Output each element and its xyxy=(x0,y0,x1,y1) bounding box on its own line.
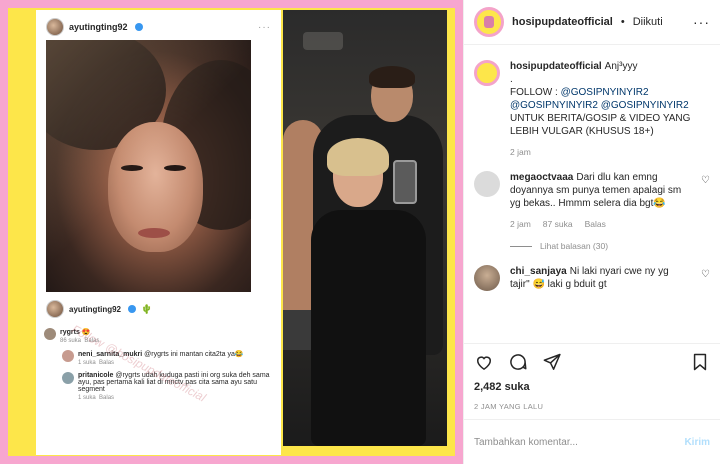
comment-likes: 1 suka xyxy=(78,395,96,401)
header-separator: • xyxy=(620,16,625,28)
embedded-screenshot: ayutingting92 ··· ayutingting92 🌵 rygrts… xyxy=(36,10,281,455)
comment-text: @rygrts ini mantan cita2ta ya😂 xyxy=(144,351,244,358)
embedded-avatar xyxy=(46,18,64,36)
post-side-panel: hosipupdateofficial • Diikuti ··· hosipu… xyxy=(463,0,720,464)
mention-link[interactable]: @GOSIPNYINYIR2 xyxy=(561,87,649,98)
caption-text: hosipupdateofficial Anj³yyy . FOLLOW : @G… xyxy=(510,60,710,159)
comment-likes: 86 suka xyxy=(60,338,82,344)
comment: megaoctvaaa Dari dlu kan emng doyannya sm… xyxy=(474,171,710,231)
selfie-photo xyxy=(46,40,251,292)
embedded-comments: rygrts 😍 86 suka Balas neni_sarnita_mukr… xyxy=(44,328,273,407)
mention-link[interactable]: @GOSIPNYINYIR2 xyxy=(601,100,689,111)
comment-likes[interactable]: 87 suka xyxy=(543,218,573,231)
action-bar xyxy=(464,343,720,379)
more-options-icon: ··· xyxy=(258,21,271,33)
view-replies-button[interactable]: Lihat balasan (30) xyxy=(510,241,710,251)
verified-icon xyxy=(128,305,137,313)
reply-button[interactable]: Balas xyxy=(585,218,606,231)
comment-meta: 1 suka Balas xyxy=(78,395,273,401)
caption-time: 2 jam xyxy=(510,147,531,157)
instagram-post: ayutingting92 ··· ayutingting92 🌵 rygrts… xyxy=(0,0,720,464)
comment-user: pritanicole xyxy=(78,372,114,379)
woman-hair xyxy=(327,138,389,176)
avatar xyxy=(44,328,56,340)
gym-mirror-photo xyxy=(283,10,447,446)
avatar xyxy=(62,372,74,384)
avatar[interactable] xyxy=(474,171,500,197)
avatar[interactable] xyxy=(474,60,500,86)
follow-status-button[interactable]: Diikuti xyxy=(633,16,663,28)
comment-username[interactable]: chi_sanjaya xyxy=(510,266,567,277)
woman-figure xyxy=(311,210,426,446)
bookmark-icon[interactable] xyxy=(690,352,710,372)
comment-reply: Balas xyxy=(84,338,100,344)
post-image[interactable]: ayutingting92 ··· ayutingting92 🌵 rygrts… xyxy=(0,0,463,464)
heart-icon[interactable]: ♡ xyxy=(701,269,710,280)
ceiling-light xyxy=(303,32,343,50)
caption-username[interactable]: hosipupdateofficial xyxy=(510,61,602,72)
embedded-username: ayutingting92 xyxy=(69,304,122,314)
embedded-comment: rygrts 😍 86 suka Balas xyxy=(44,328,273,344)
caption-line: . xyxy=(510,74,513,85)
comment-reply: Balas xyxy=(99,395,115,401)
likes-count[interactable]: 2,482 suka xyxy=(474,381,530,393)
comment-username[interactable]: megaoctvaaa xyxy=(510,172,573,183)
more-options-icon[interactable]: ··· xyxy=(693,14,710,30)
add-comment-bar: Kirim xyxy=(464,419,720,464)
comment-user: rygrts xyxy=(60,329,80,336)
comment-meta: 2 jam 87 suka Balas xyxy=(510,218,691,231)
comment-input[interactable] xyxy=(474,436,685,448)
send-button[interactable]: Kirim xyxy=(684,437,710,448)
comments-list[interactable]: hosipupdateofficial Anj³yyy . FOLLOW : @G… xyxy=(464,46,720,343)
avatar[interactable] xyxy=(474,265,500,291)
share-icon[interactable] xyxy=(542,352,562,372)
divider xyxy=(510,245,532,247)
embedded-comment: pritanicole @rygrts udah kuduga pasti in… xyxy=(62,372,273,401)
comment-likes: 1 suka xyxy=(78,360,96,366)
embedded-username: ayutingting92 xyxy=(69,22,128,32)
man-hair xyxy=(369,66,415,88)
caption-block: hosipupdateofficial Anj³yyy . FOLLOW : @G… xyxy=(474,60,710,159)
mention-link[interactable]: @GOSIPNYINYIR2 xyxy=(510,100,598,111)
view-replies-label[interactable]: Lihat balasan (30) xyxy=(540,241,608,251)
comment-icon[interactable] xyxy=(508,352,528,372)
comment-meta: 86 suka Balas xyxy=(60,338,273,344)
avatar xyxy=(62,350,74,362)
post-timestamp: 2 JAM YANG LALU xyxy=(474,402,544,411)
verified-icon xyxy=(134,23,143,31)
phone-shape xyxy=(393,160,417,204)
embedded-avatar xyxy=(46,300,64,318)
heart-icon[interactable]: ♡ xyxy=(701,175,710,186)
post-header: hosipupdateofficial • Diikuti ··· xyxy=(464,0,720,45)
caption-meta: 2 jam xyxy=(510,146,710,159)
heart-icon[interactable] xyxy=(474,352,494,372)
caption-line: Anj³yyy xyxy=(604,61,638,72)
comment-body: megaoctvaaa Dari dlu kan emng doyannya sm… xyxy=(510,171,691,231)
header-username[interactable]: hosipupdateofficial xyxy=(512,16,613,28)
embedded-comment: neni_sarnita_mukri @rygrts ini mantan ci… xyxy=(62,350,273,366)
comment-time: 2 jam xyxy=(510,219,531,229)
embedded-caption: ayutingting92 🌵 xyxy=(46,300,271,318)
comment-reply: Balas xyxy=(99,360,115,366)
comment-meta: 1 suka Balas xyxy=(78,360,273,366)
light-overlay xyxy=(46,40,251,292)
comment-text: 😍 xyxy=(81,329,91,336)
embedded-header: ayutingting92 ··· xyxy=(46,16,271,38)
comment-user: neni_sarnita_mukri xyxy=(78,351,143,358)
comment: chi_sanjaya Ni laki nyari cwe ny yg tajir… xyxy=(474,265,710,291)
shorts-shape xyxy=(283,310,311,350)
caption-follow-label: FOLLOW : xyxy=(510,87,561,98)
cactus-icon: 🌵 xyxy=(141,303,153,314)
comment-body: chi_sanjaya Ni laki nyari cwe ny yg tajir… xyxy=(510,265,691,291)
caption-rest: UNTUK BERITA/GOSIP & VIDEO YANG LEBIH VU… xyxy=(510,113,691,137)
avatar[interactable] xyxy=(474,7,504,37)
